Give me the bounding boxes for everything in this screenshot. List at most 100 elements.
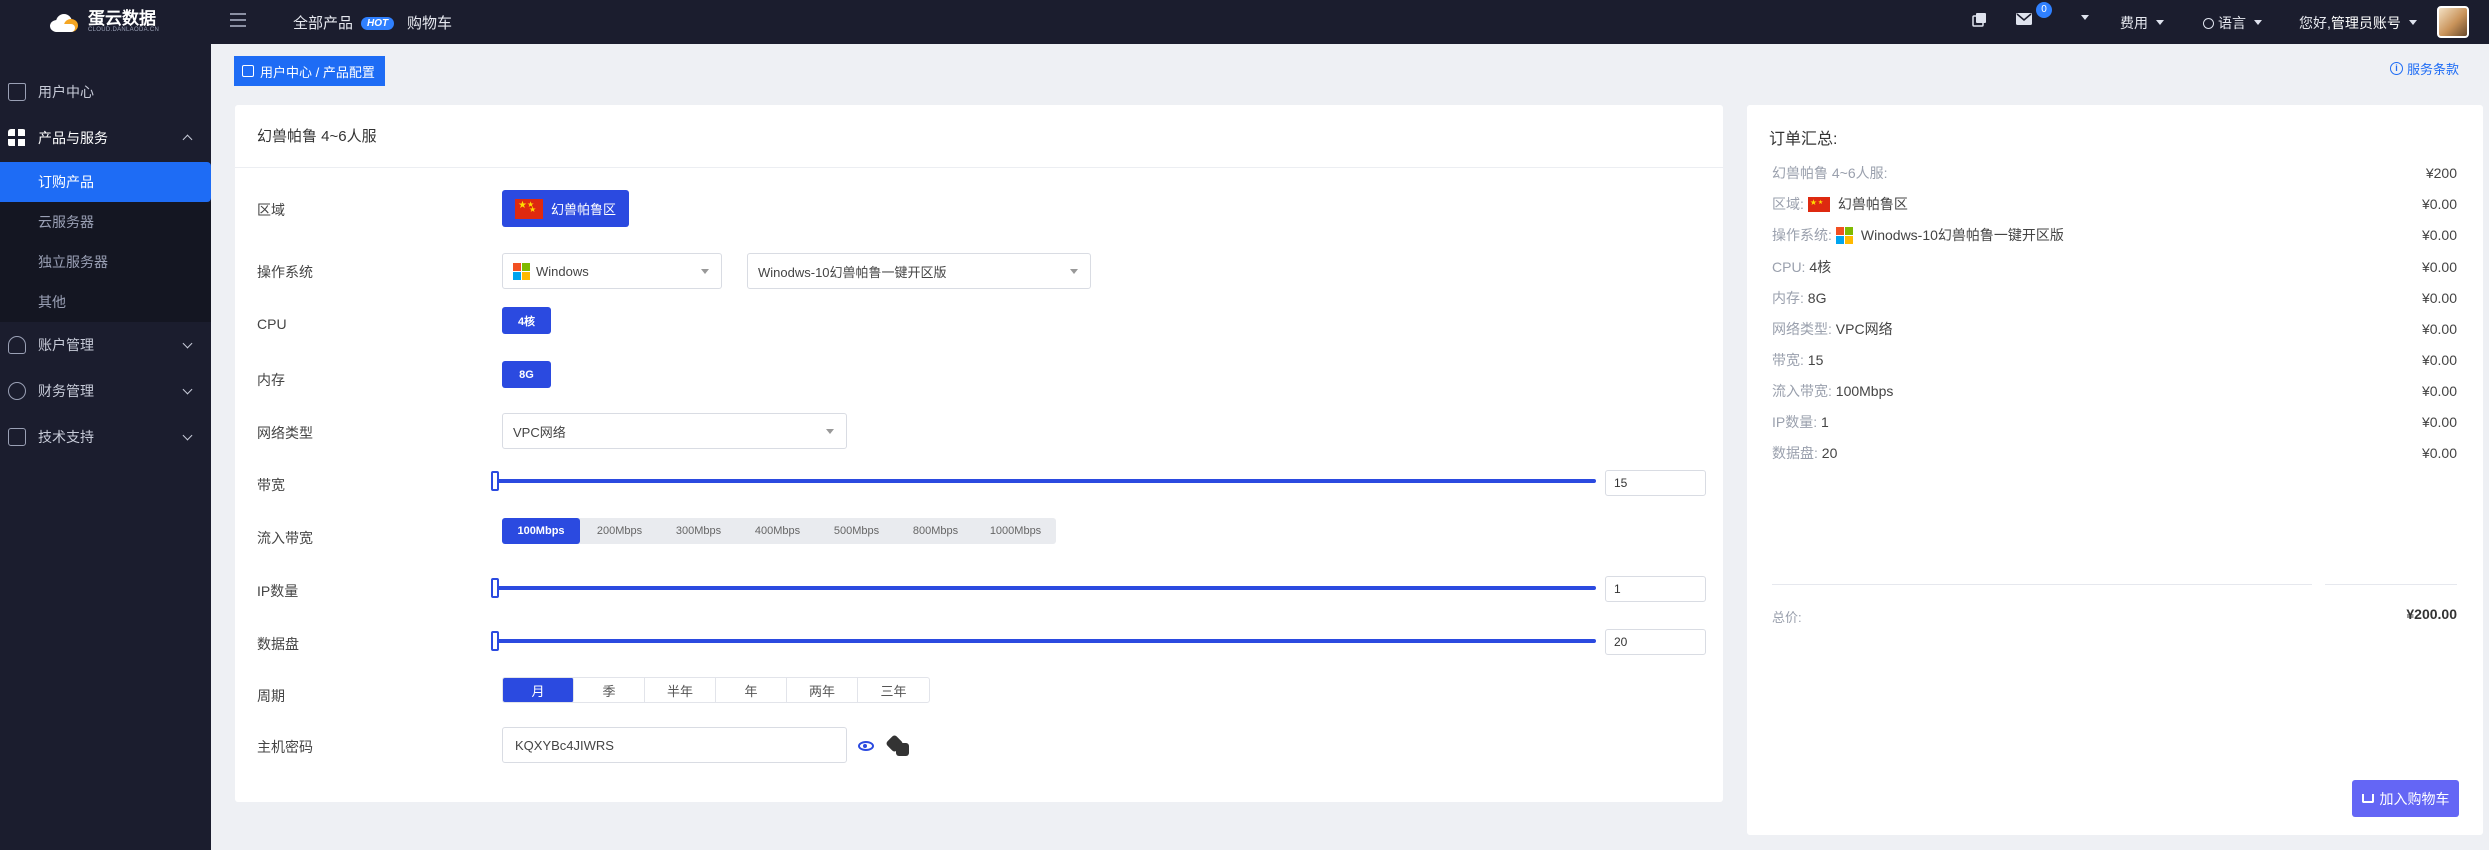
summary-row: CPU: 4核 ¥0.00: [1772, 257, 2457, 277]
summary-value: Winodws-10幻兽帕鲁一键开区版: [1860, 227, 2064, 243]
terms-label: 服务条款: [2407, 62, 2460, 77]
summary-row: 网络类型: VPC网络 ¥0.00: [1772, 319, 2457, 339]
chevron-down-icon: [2408, 20, 2417, 25]
inbound-option[interactable]: 400Mbps: [738, 518, 817, 544]
ip-input[interactable]: 1: [1605, 576, 1706, 602]
inbound-option[interactable]: 200Mbps: [580, 518, 659, 544]
greeting-text: 您好,: [2299, 15, 2331, 31]
sidebar-item-products[interactable]: 产品与服务: [0, 116, 211, 160]
summary-title: 订单汇总:: [1769, 131, 1838, 148]
windows-icon: [1835, 226, 1853, 244]
inbound-option[interactable]: 300Mbps: [659, 518, 738, 544]
os-family-select[interactable]: Windows: [502, 253, 722, 289]
cycle-option[interactable]: 月: [503, 678, 574, 702]
login-icon: [242, 65, 254, 77]
globe-icon: [2203, 18, 2214, 29]
summary-key: 内存:: [1772, 290, 1804, 306]
sidebar-subitem-order-products[interactable]: 订购产品: [0, 162, 211, 202]
network-type-select[interactable]: VPC网络: [502, 413, 847, 449]
ip-slider-handle[interactable]: [491, 578, 499, 598]
menu-toggle-icon[interactable]: [230, 13, 246, 27]
divider: [1772, 584, 2312, 585]
inbound-option[interactable]: 100Mbps: [502, 518, 580, 544]
region-value: 幻兽帕鲁区: [550, 202, 616, 217]
summary-value: 20: [1821, 445, 1838, 461]
user-icon: [8, 336, 26, 354]
account-menu[interactable]: 您好,管理员账号: [2299, 13, 2417, 33]
chevron-down-icon: [182, 430, 193, 441]
summary-price: ¥0.00: [2421, 259, 2457, 275]
disk-slider-handle[interactable]: [491, 631, 499, 651]
memory-label: 内存: [257, 372, 285, 388]
inbound-option[interactable]: 500Mbps: [817, 518, 896, 544]
cycle-option[interactable]: 两年: [787, 678, 858, 702]
disk-slider[interactable]: [495, 639, 1596, 643]
sidebar-item-label: 财务管理: [38, 383, 94, 399]
sidebar: 用户中心 产品与服务 订购产品 云服务器 独立服务器 其他 账户管理 财务管理 …: [0, 44, 211, 850]
disk-label: 数据盘: [257, 636, 299, 652]
sidebar-subitem-other[interactable]: 其他: [0, 282, 211, 322]
config-card: 幻兽帕鲁 4~6人服 区域 ★ ★ ★ 幻兽帕鲁区 操作系统 Windows Win…: [235, 105, 1723, 802]
add-to-cart-button[interactable]: 加入购物车: [2352, 780, 2459, 817]
region-label: 区域: [257, 202, 285, 218]
sidebar-item-support[interactable]: 技术支持: [0, 415, 211, 459]
nav-all-products-label: 全部产品: [293, 15, 354, 32]
avatar[interactable]: [2437, 6, 2469, 38]
summary-key: 幻兽帕鲁 4~6人服:: [1772, 165, 1888, 181]
bandwidth-input[interactable]: 15: [1605, 470, 1706, 496]
cpu-label: CPU: [257, 316, 287, 332]
logo[interactable]: 蛋云数据 CLOUD.DANLAODA.CN: [48, 8, 168, 36]
inbound-option[interactable]: 1000Mbps: [975, 518, 1056, 544]
copy-icon[interactable]: [1972, 12, 1987, 31]
product-title: 幻兽帕鲁 4~6人服: [257, 128, 377, 145]
nav-all-products[interactable]: 全部产品 HOT: [293, 12, 395, 33]
sidebar-subitem-dedicated-servers[interactable]: 独立服务器: [0, 242, 211, 282]
cloud-logo-icon: [48, 12, 82, 32]
breadcrumb[interactable]: 用户中心 / 产品配置: [234, 56, 385, 86]
account-name: 管理员账号: [2330, 15, 2401, 31]
bandwidth-label: 带宽: [257, 477, 285, 493]
host-password-input[interactable]: KQXYBc4JIWRS: [502, 727, 847, 763]
sidebar-item-finance[interactable]: 财务管理: [0, 369, 211, 413]
sidebar-item-label: 账户管理: [38, 337, 94, 353]
summary-price: ¥0.00: [2421, 383, 2457, 399]
ip-slider[interactable]: [495, 586, 1596, 590]
eye-icon[interactable]: [858, 741, 874, 751]
summary-value: 4核: [1809, 259, 1832, 275]
os-family-value: Windows: [536, 263, 589, 279]
fees-menu[interactable]: 费用: [2120, 13, 2164, 33]
summary-value: 8G: [1807, 290, 1827, 306]
add-to-cart-label: 加入购物车: [2379, 790, 2450, 807]
sidebar-subitem-cloud-servers[interactable]: 云服务器: [0, 202, 211, 242]
money-icon: [8, 382, 26, 400]
summary-price: ¥0.00: [2421, 227, 2457, 243]
mail-icon[interactable]: [2016, 12, 2032, 29]
messages-dropdown[interactable]: [2073, 10, 2089, 27]
region-option-button[interactable]: ★ ★ ★ 幻兽帕鲁区: [502, 190, 629, 227]
cycle-option[interactable]: 年: [716, 678, 787, 702]
os-image-select[interactable]: Winodws-10幻兽帕鲁一键开区版: [747, 253, 1091, 289]
chevron-down-icon: [2254, 20, 2262, 25]
cycle-option[interactable]: 三年: [858, 678, 929, 702]
summary-row: 内存: 8G ¥0.00: [1772, 288, 2457, 308]
cycle-option[interactable]: 季: [574, 678, 645, 702]
nav-cart[interactable]: 购物车: [407, 12, 452, 33]
china-flag-icon: ★ ★ ★: [514, 198, 543, 219]
summary-price: ¥0.00: [2421, 352, 2457, 368]
summary-row: 数据盘: 20 ¥0.00: [1772, 443, 2457, 463]
disk-input[interactable]: 20: [1605, 629, 1706, 655]
message-count-badge: 0: [2036, 2, 2052, 18]
terms-link[interactable]: i 服务条款: [2390, 59, 2459, 78]
inbound-option[interactable]: 800Mbps: [896, 518, 975, 544]
bandwidth-slider-handle[interactable]: [491, 471, 499, 491]
sidebar-item-account[interactable]: 账户管理: [0, 323, 211, 367]
memory-option-button[interactable]: 8G: [502, 361, 551, 388]
cpu-option-button[interactable]: 4核: [502, 307, 551, 334]
dice-random-icon[interactable]: [885, 734, 912, 759]
language-menu[interactable]: 语言: [2203, 13, 2262, 33]
bandwidth-slider[interactable]: [495, 479, 1596, 483]
network-type-value: VPC网络: [513, 424, 566, 440]
grid-icon: [8, 129, 26, 147]
sidebar-item-user-center[interactable]: 用户中心: [0, 70, 211, 114]
cycle-option[interactable]: 半年: [645, 678, 716, 702]
